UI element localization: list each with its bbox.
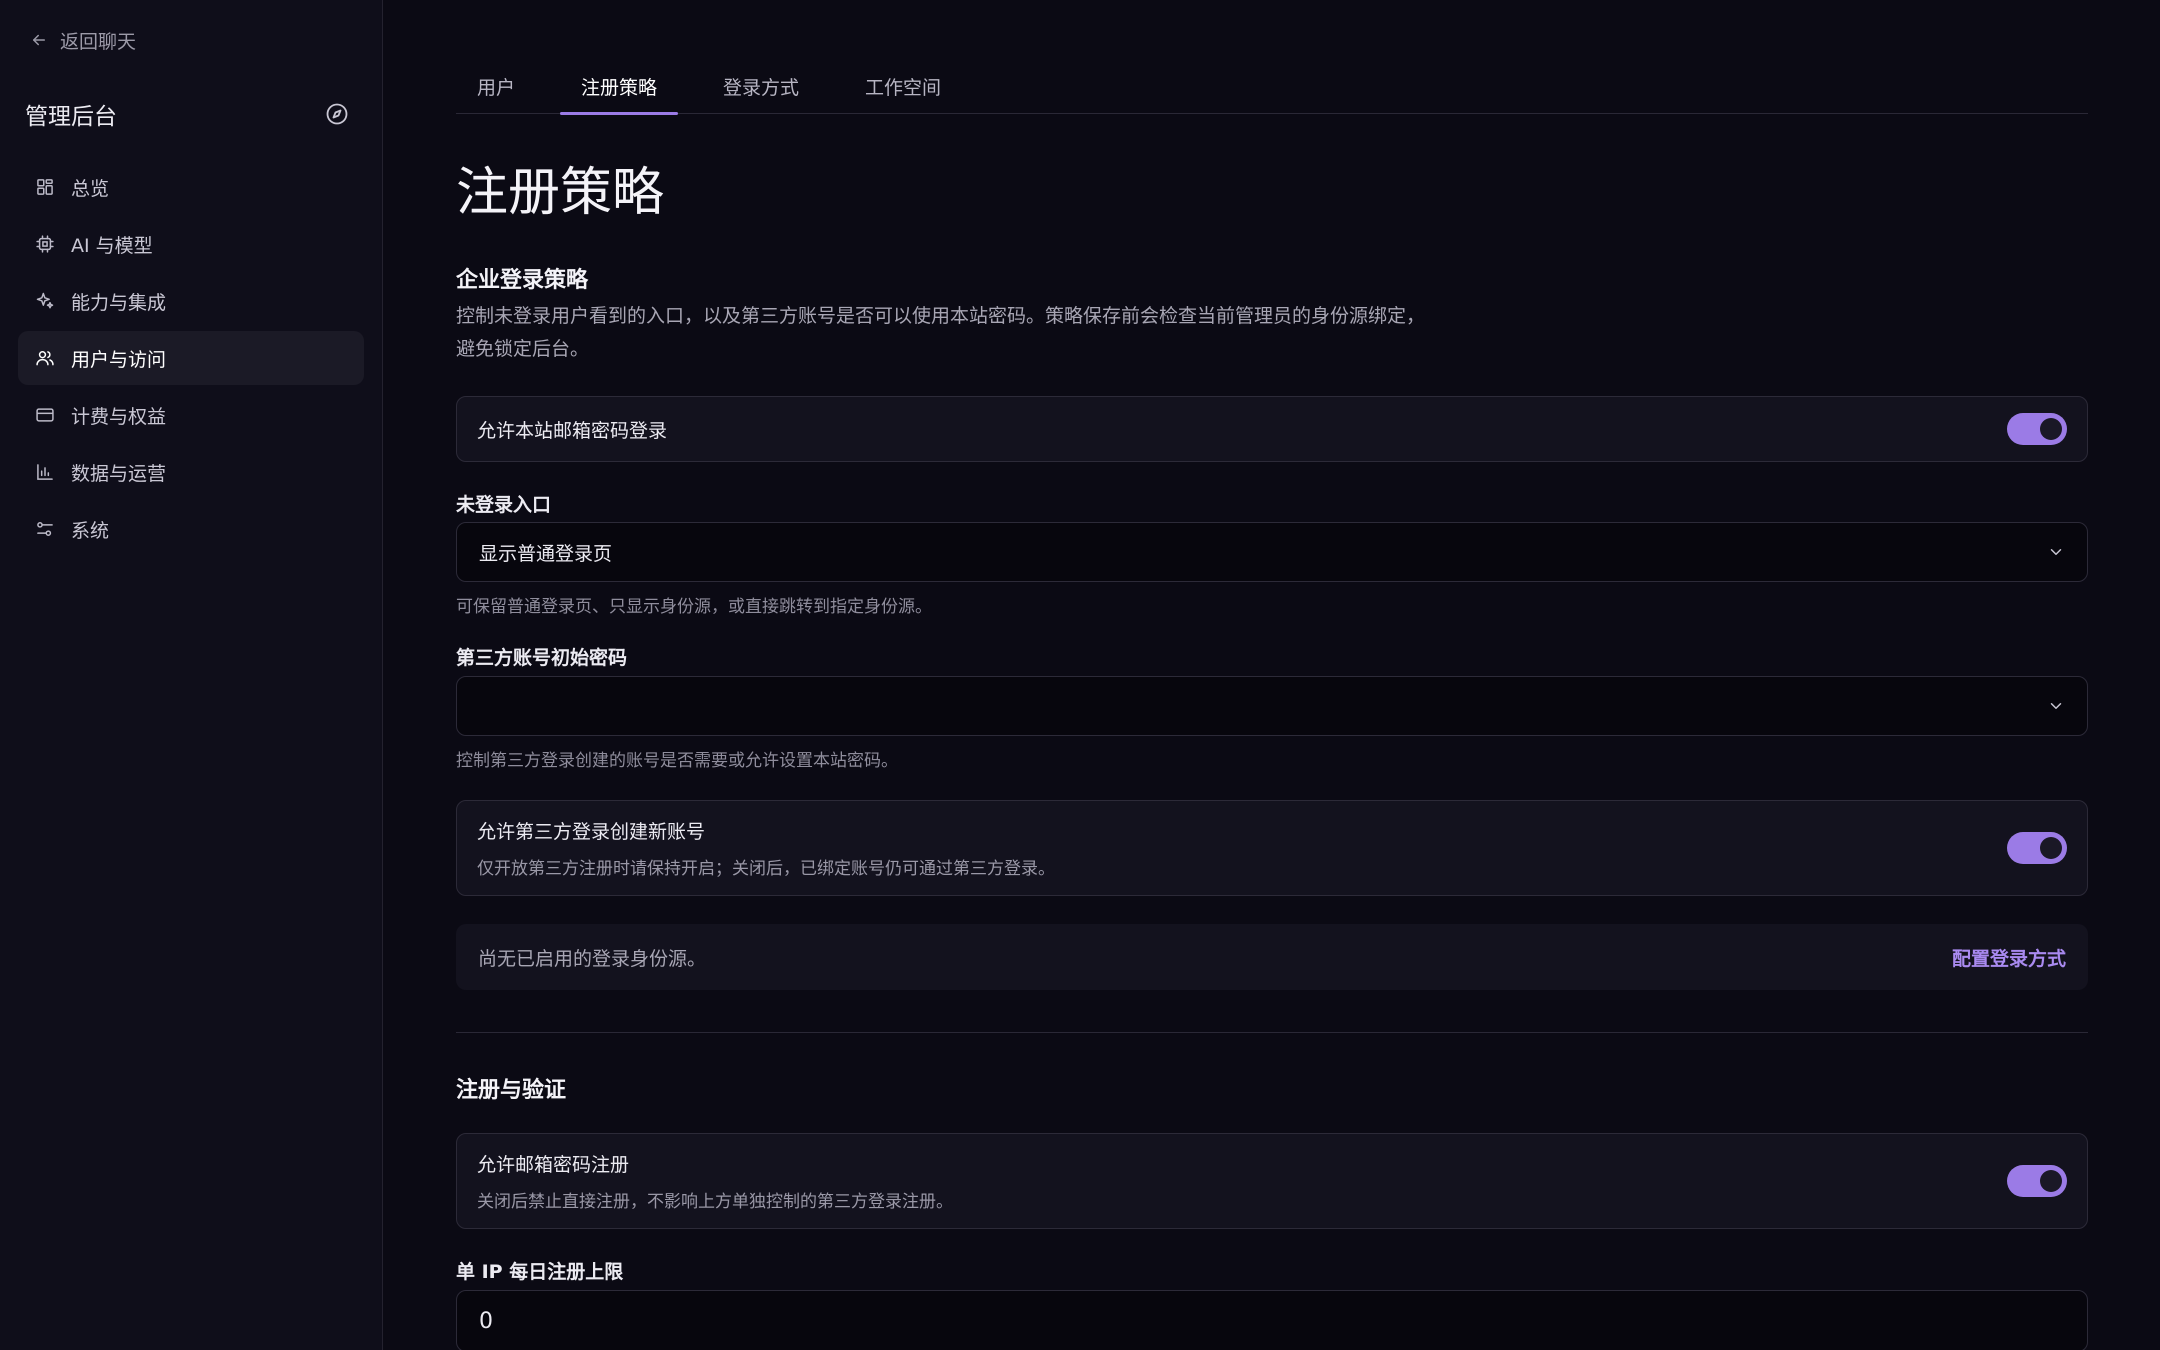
sidebar-item-users-access[interactable]: 用户与访问 [18,331,364,385]
sidebar-item-label: 计费与权益 [71,405,167,428]
email-login-toggle[interactable] [2007,413,2067,445]
tab-bar: 用户 注册策略 登录方式 工作空间 [456,62,2088,115]
entry-select-value: 显示普通登录页 [479,542,613,565]
sidebar-item-label: 总览 [71,177,110,200]
sidebar-item-overview[interactable]: 总览 [18,160,364,214]
card-text: 允许第三方登录创建新账号 仅开放第三方注册时请保持开启；关闭后，已绑定账号仍可通… [477,817,1055,879]
tab-label: 注册策略 [581,76,658,99]
section-title-registration: 注册与验证 [456,1078,567,1103]
email-login-label: 允许本站邮箱密码登录 [477,419,668,442]
compass-icon[interactable] [324,101,350,127]
arrow-left-icon [33,34,45,46]
ip-limit-label: 单 IP 每日注册上限 [456,1261,624,1283]
ip-limit-input[interactable]: 0 [456,1290,2088,1350]
sidebar-nav: 总览 AI 与模型 能力与集成 用户与访问 计费与权益 数据与运营 系统 [18,160,364,559]
sidebar-item-billing[interactable]: 计费与权益 [18,388,364,442]
tab-label: 登录方式 [723,76,800,99]
third-party-create-card: 允许第三方登录创建新账号 仅开放第三方注册时请保持开启；关闭后，已绑定账号仍可通… [456,800,2088,896]
entry-help-text: 可保留普通登录页、只显示身份源，或直接跳转到指定身份源。 [456,597,932,617]
identity-provider-notice: 尚无已启用的登录身份源。 配置登录方式 [456,924,2088,990]
configure-login-methods-link[interactable]: 配置登录方式 [1952,944,2066,971]
tab-registration-policy[interactable]: 注册策略 [560,62,679,115]
sparkle-icon [36,292,54,309]
sidebar-title: 管理后台 [25,104,117,130]
sliders-icon [37,522,53,536]
entry-field-label: 未登录入口 [456,494,552,516]
third-party-create-label: 允许第三方登录创建新账号 [477,821,706,843]
sidebar-item-label: 系统 [71,519,110,542]
email-login-card: 允许本站邮箱密码登录 [456,396,2088,462]
entry-select[interactable]: 显示普通登录页 [456,522,2088,582]
sidebar-item-ai-models[interactable]: AI 与模型 [18,217,364,271]
tab-label: 工作空间 [865,76,942,99]
notice-text: 尚无已启用的登录身份源。 [478,947,707,970]
sidebar: 返回聊天 管理后台 总览 AI 与模型 能力与集成 用户与访问 计费与权益 数据… [0,0,383,1350]
tab-label: 用户 [477,76,516,99]
third-party-password-help: 控制第三方登录创建的账号是否需要或允许设置本站密码。 [456,751,898,771]
chip-icon [36,235,54,253]
description-line: 避免锁定后台。 [456,338,590,360]
ip-limit-value: 0 [479,1308,493,1334]
third-party-password-label: 第三方账号初始密码 [456,647,628,669]
card-text: 允许邮箱密码注册 关闭后禁止直接注册，不影响上方单独控制的第三方登录注册。 [477,1150,953,1212]
chevron-down-icon [2050,549,2062,555]
back-label: 返回聊天 [60,30,137,53]
sidebar-item-integrations[interactable]: 能力与集成 [18,274,364,328]
email-register-card: 允许邮箱密码注册 关闭后禁止直接注册，不影响上方单独控制的第三方登录注册。 [456,1133,2088,1229]
sidebar-item-label: AI 与模型 [71,234,153,257]
page-title: 注册策略 [456,163,665,223]
tab-users[interactable]: 用户 [456,62,536,114]
email-register-toggle[interactable] [2007,1165,2067,1197]
tab-workspace[interactable]: 工作空间 [844,62,962,114]
brand-row: 管理后台 [25,94,350,134]
chevron-down-icon [2050,703,2062,709]
third-party-create-toggle[interactable] [2007,832,2067,864]
sidebar-item-label: 能力与集成 [71,291,167,314]
third-party-create-sub: 仅开放第三方注册时请保持开启；关闭后，已绑定账号仍可通过第三方登录。 [477,859,1055,879]
bar-chart-icon [37,464,53,480]
email-register-sub: 关闭后禁止直接注册，不影响上方单独控制的第三方登录注册。 [477,1192,953,1212]
sidebar-item-label: 用户与访问 [71,348,167,371]
dashboard-icon [37,179,53,195]
section-title-enterprise: 企业登录策略 [456,268,589,293]
description-line: 控制未登录用户看到的入口，以及第三方账号是否可以使用本站密码。策略保存前会检查当… [456,305,1426,327]
back-to-chat-link[interactable]: 返回聊天 [30,26,136,54]
section-divider [456,1032,2088,1033]
sidebar-item-label: 数据与运营 [71,462,167,485]
email-register-label: 允许邮箱密码注册 [477,1154,630,1176]
users-icon [36,351,54,366]
tab-login-methods[interactable]: 登录方式 [702,62,820,114]
sidebar-item-system[interactable]: 系统 [18,502,364,556]
admin-app: 返回聊天 管理后台 总览 AI 与模型 能力与集成 用户与访问 计费与权益 数据… [0,0,2160,1350]
third-party-password-select[interactable] [456,676,2088,736]
section-description: 控制未登录用户看到的入口，以及第三方账号是否可以使用本站密码。策略保存前会检查当… [456,300,1476,366]
credit-card-icon [36,408,54,422]
sidebar-item-data-ops[interactable]: 数据与运营 [18,445,364,499]
main-panel: 用户 注册策略 登录方式 工作空间 注册策略 企业登录策略 控制未登录用户看到的… [383,0,2160,1350]
